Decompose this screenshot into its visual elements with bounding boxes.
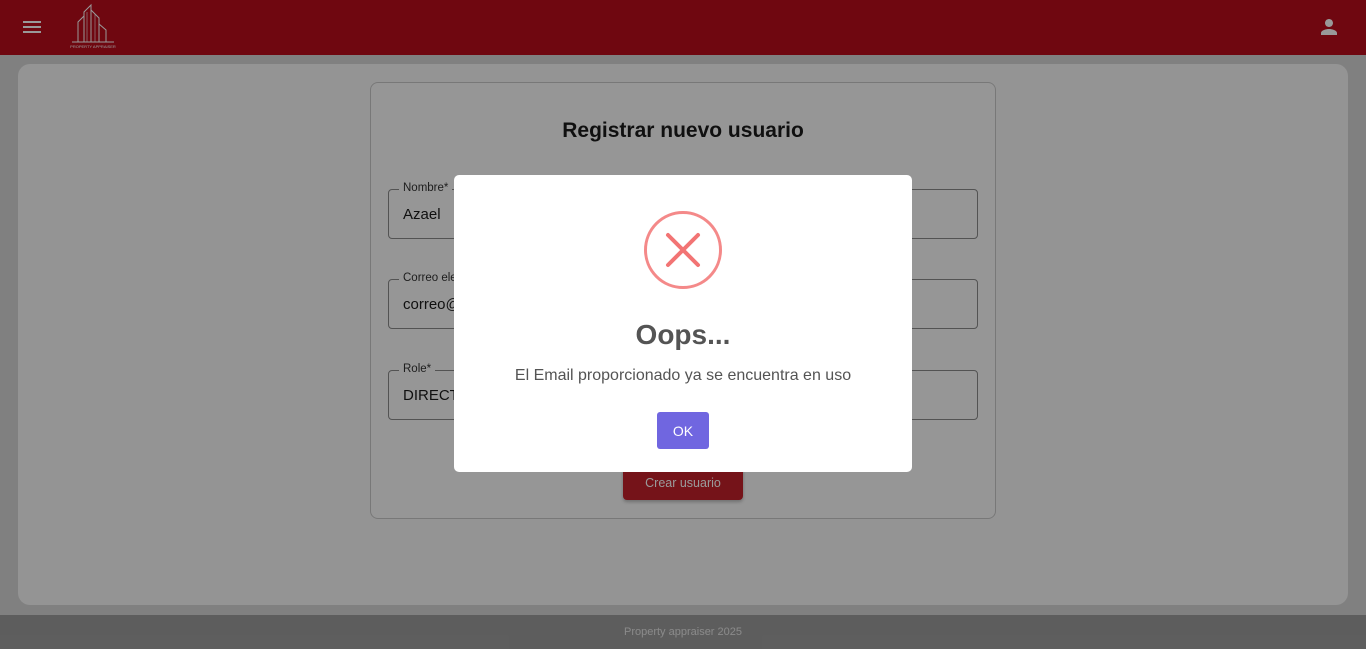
error-dialog: Oops... El Email proporcionado ya se enc… bbox=[454, 175, 912, 472]
error-x-icon bbox=[643, 210, 723, 290]
dialog-message: El Email proporcionado ya se encuentra e… bbox=[514, 367, 852, 384]
dialog-title: Oops... bbox=[635, 319, 731, 350]
ok-button[interactable]: OK bbox=[657, 412, 709, 449]
